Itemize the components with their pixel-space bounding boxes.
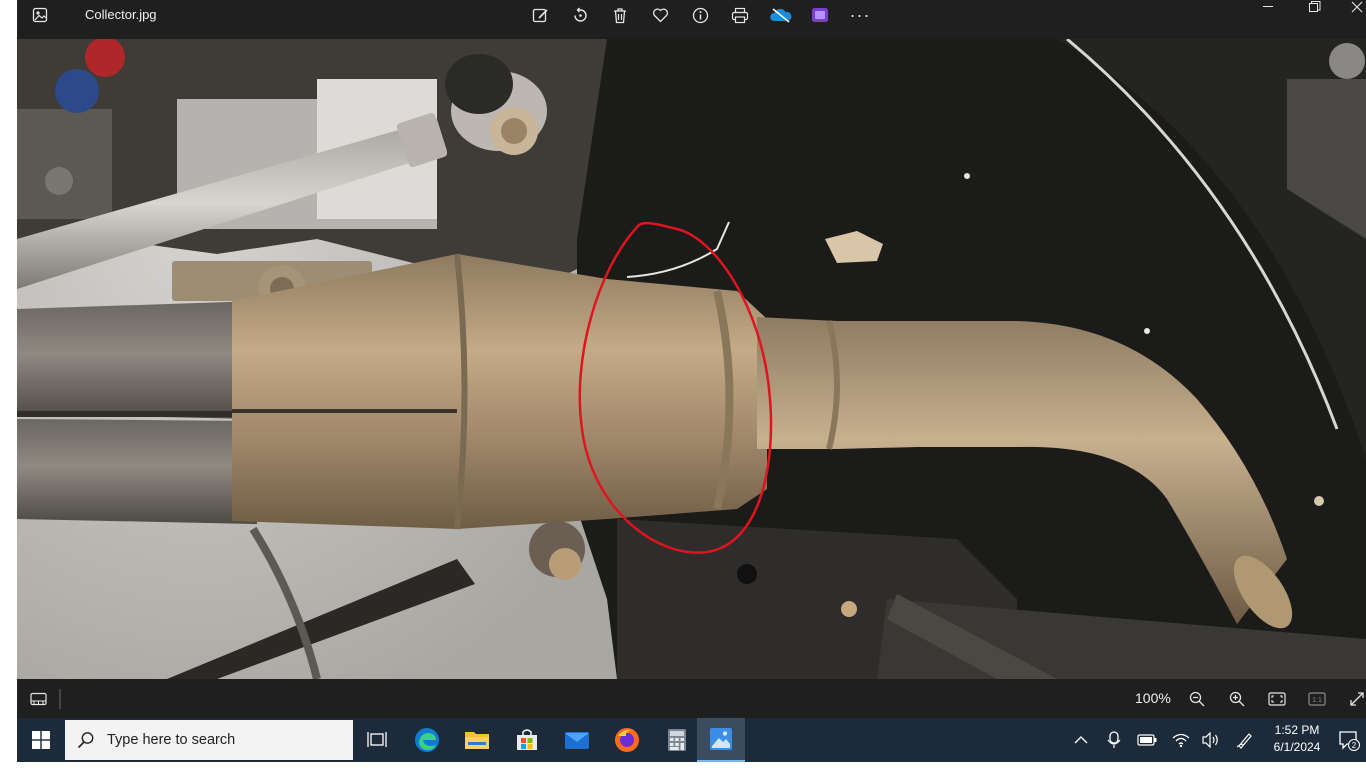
- onedrive-icon[interactable]: [769, 0, 793, 30]
- divider: [59, 689, 61, 709]
- delete-icon[interactable]: [609, 0, 631, 30]
- exhaust-collector-photo: [17, 39, 1366, 679]
- image-viewer[interactable]: [17, 39, 1366, 679]
- notification-count: 2: [1352, 741, 1357, 750]
- clipchamp-icon[interactable]: [809, 0, 831, 30]
- notification-center-button[interactable]: 2: [1335, 718, 1363, 762]
- screen-bottom-edge: [0, 762, 1366, 768]
- windows-taskbar: Type here to search 1:52 PM 6/1/2024 2: [17, 718, 1366, 762]
- taskbar-search-box[interactable]: Type here to search: [65, 720, 353, 760]
- taskbar-calculator[interactable]: [653, 718, 701, 762]
- actual-size-icon[interactable]: 1:1: [1306, 688, 1328, 710]
- photos-icon: [710, 728, 732, 750]
- taskbar-firefox[interactable]: [603, 718, 651, 762]
- rotate-icon[interactable]: [569, 0, 591, 30]
- clock-time: 1:52 PM: [1274, 723, 1320, 737]
- task-view-button[interactable]: [353, 718, 401, 762]
- search-placeholder: Type here to search: [107, 732, 236, 748]
- notification-icon: 2: [1339, 731, 1360, 751]
- minimize-icon[interactable]: [1257, 0, 1281, 22]
- meet-now-icon[interactable]: [1103, 718, 1125, 762]
- chevron-up-icon: [1074, 736, 1088, 744]
- taskbar-mail[interactable]: [553, 718, 601, 762]
- firefox-icon: [615, 728, 639, 752]
- battery-icon[interactable]: [1135, 718, 1159, 762]
- start-button[interactable]: [17, 718, 65, 762]
- viewer-bottom-bar: 100% 1:1: [17, 679, 1366, 718]
- pen-workspace-icon[interactable]: [1233, 718, 1257, 762]
- taskbar-edge[interactable]: [403, 718, 451, 762]
- photos-app-icon: [29, 0, 51, 30]
- edge-icon: [415, 728, 439, 752]
- zoom-level: 100%: [1135, 690, 1171, 706]
- title-bar: Collector.jpg ···: [17, 0, 1366, 39]
- clock-date: 6/1/2024: [1273, 740, 1321, 754]
- filmstrip-icon[interactable]: [27, 688, 49, 710]
- search-icon: [77, 732, 94, 749]
- mail-icon: [565, 732, 589, 749]
- show-hidden-icons[interactable]: [1069, 718, 1093, 762]
- wifi-icon[interactable]: [1169, 718, 1193, 762]
- more-icon[interactable]: ···: [849, 0, 871, 30]
- edit-icon[interactable]: [529, 0, 551, 30]
- zoom-out-icon[interactable]: [1186, 688, 1208, 710]
- photos-app-window: Collector.jpg ··· 100% 1:1: [17, 0, 1366, 718]
- windows-logo-icon: [32, 731, 50, 749]
- calculator-icon: [668, 729, 686, 751]
- taskbar-photos[interactable]: [697, 718, 745, 762]
- info-icon[interactable]: [689, 0, 711, 30]
- print-icon[interactable]: [729, 0, 751, 30]
- task-view-icon: [367, 732, 387, 747]
- volume-icon[interactable]: [1199, 718, 1223, 762]
- fullscreen-icon[interactable]: [1347, 688, 1366, 710]
- store-icon: [517, 729, 537, 750]
- taskbar-file-explorer[interactable]: [453, 718, 501, 762]
- restore-icon[interactable]: [1303, 0, 1327, 22]
- svg-text:1:1: 1:1: [1312, 697, 1322, 704]
- file-explorer-icon: [465, 732, 489, 749]
- taskbar-microsoft-store[interactable]: [503, 718, 551, 762]
- desktop-edge: [0, 0, 17, 768]
- close-icon[interactable]: [1345, 0, 1366, 22]
- fit-to-window-icon[interactable]: [1266, 688, 1288, 710]
- file-name: Collector.jpg: [85, 7, 157, 22]
- favorite-icon[interactable]: [649, 0, 671, 30]
- zoom-in-icon[interactable]: [1226, 688, 1248, 710]
- taskbar-clock[interactable]: 1:52 PM 6/1/2024: [1262, 722, 1332, 756]
